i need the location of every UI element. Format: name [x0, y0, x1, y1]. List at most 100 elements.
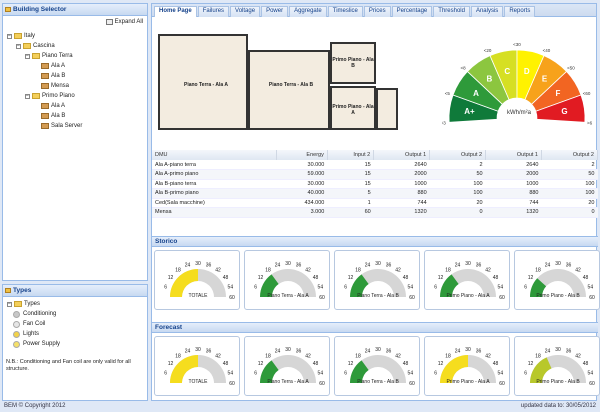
type-item[interactable]: Fan Coil [7, 319, 60, 329]
tree-node-label: Italy [24, 33, 36, 39]
table-cell: 1320 [373, 207, 430, 218]
gauge-tick-label: 48 [313, 275, 319, 281]
table-cell: 50 [541, 169, 598, 180]
column-header[interactable]: Output 1 [373, 150, 431, 160]
gauge-tick-label: 60 [409, 381, 415, 387]
type-item[interactable]: Power Supply [7, 339, 60, 349]
column-header[interactable]: Energy [276, 150, 328, 160]
energy-class-label: C [504, 67, 510, 76]
tree-node[interactable]: − Italy [7, 31, 82, 41]
tab-analysis[interactable]: Analysis [470, 6, 504, 17]
gauge-tick-label: 42 [485, 267, 491, 273]
gauge: 6 12 18 24 30 36 42 48 54 60 Primo Piano - Ala B [514, 336, 600, 396]
energy-threshold-label: <50 [567, 65, 575, 70]
gauge-tick-label: 42 [485, 353, 491, 359]
table-cell: 20 [541, 198, 598, 208]
types-root[interactable]: − Types [7, 299, 60, 309]
type-label: Power Supply [23, 341, 61, 347]
tab-prices[interactable]: Prices [363, 6, 391, 17]
gauge: 6 12 18 24 30 36 42 48 54 60 Primo Piano - Ala A [424, 336, 510, 396]
table-cell: Ala B-piano terra [152, 179, 277, 189]
gauge-tick-label: 24 [455, 263, 461, 269]
building-selector-panel: Building Selector Expand All − Italy − Casc… [2, 3, 148, 281]
gauge-tick-label: 24 [545, 263, 551, 269]
gauge-label: TOTALE [189, 379, 209, 385]
forecast-header: Forecast [152, 322, 598, 333]
column-header[interactable]: Output 2 [541, 150, 598, 160]
table-cell: 100 [541, 188, 598, 199]
gauge-tick-label: 18 [535, 353, 541, 359]
collapse-toggle-icon[interactable]: − [7, 301, 12, 307]
room-piano-terra-ala-b[interactable] [248, 50, 330, 130]
gauge-tick-label: 12 [168, 361, 174, 367]
table-row[interactable]: Ced(Sala macchine) 434.000 1 744 20 744 20 [152, 198, 598, 208]
type-item[interactable]: Conditioning [7, 309, 60, 319]
table-row[interactable]: Ala B-piano terra 30.000 15 1000 100 1000 100 [152, 179, 598, 189]
tab-reports[interactable]: Reports [504, 6, 536, 17]
gauge-tick-label: 60 [229, 295, 235, 301]
gauge-tick-label: 30 [465, 261, 471, 267]
tab-home-page[interactable]: Home Page [154, 6, 197, 17]
tab-threshold[interactable]: Threshold [433, 6, 470, 17]
column-header[interactable]: DMU [152, 150, 277, 160]
energy-class-label: G [561, 107, 567, 116]
table-cell: 20 [429, 198, 486, 208]
type-item[interactable]: Lights [7, 329, 60, 339]
gauge-tick-label: 6 [524, 284, 527, 290]
gauge-tick-label: 54 [318, 284, 324, 290]
table-cell: 880 [485, 188, 542, 199]
gauge-tick-label: 18 [355, 353, 361, 359]
collapse-toggle-icon[interactable]: − [25, 93, 30, 99]
building-selector-header: Building Selector [3, 4, 147, 16]
floor-plan[interactable]: Piano Terra - Ala A Piano Terra - Ala B … [156, 24, 406, 142]
gauge-tick-label: 6 [164, 370, 167, 376]
gauge-tick-label: 6 [254, 284, 257, 290]
tree-node[interactable]: Ala A [7, 101, 82, 111]
gauge-tick-label: 48 [223, 361, 229, 367]
table-cell: 744 [373, 198, 430, 208]
table-row[interactable]: Ala A-piano terra 30.000 15 2640 2 2640 2 [152, 160, 598, 170]
collapse-toggle-icon[interactable]: − [7, 33, 12, 39]
tree-node-label: Ala A [51, 63, 66, 69]
table-cell: 1000 [373, 179, 430, 189]
tab-timeslice[interactable]: Timeslice [327, 6, 363, 17]
column-header[interactable]: Input 2 [327, 150, 375, 160]
tree-node[interactable]: Ala B [7, 71, 82, 81]
column-header[interactable]: Output 2 [429, 150, 487, 160]
gauge-label: TOTALE [189, 293, 209, 299]
tree-node[interactable]: − Cascina [7, 41, 82, 51]
room-annex [376, 88, 398, 130]
tab-voltage[interactable]: Voltage [230, 6, 261, 17]
gauge: 6 12 18 24 30 36 42 48 54 60 TOTALE [154, 250, 240, 310]
energy-threshold-label: <8 [460, 65, 466, 70]
collapse-toggle-icon[interactable]: − [25, 53, 30, 59]
expand-all-button[interactable]: Expand All [105, 19, 143, 25]
tab-failures[interactable]: Failures [197, 6, 230, 17]
tree-node[interactable]: − Piano Terra [7, 51, 82, 61]
tab-aggregate[interactable]: Aggregate [289, 6, 327, 17]
table-cell: 0 [429, 207, 486, 218]
updated-date-text: updated data to: 30/05/2012 [520, 403, 596, 409]
gauge-tick-label: 30 [285, 347, 291, 353]
tree-node[interactable]: Mensa [7, 81, 82, 91]
type-label: Fan Coil [23, 321, 46, 327]
table-cell: 2 [429, 160, 486, 170]
column-header[interactable]: Output 1 [485, 150, 542, 160]
collapse-toggle-icon[interactable]: − [16, 43, 21, 49]
table-cell: 744 [485, 198, 542, 208]
gauge-tick-label: 36 [296, 349, 302, 355]
gauge-tick-label: 42 [575, 267, 581, 273]
gauge-tick-label: 30 [465, 347, 471, 353]
tab-percentage[interactable]: Percentage [391, 6, 433, 17]
tab-power[interactable]: Power [261, 6, 289, 17]
table-row[interactable]: Ala A-primo piano 59.000 15 2000 50 2000 50 [152, 169, 598, 180]
table-row[interactable]: Ala B-primo piano 40.000 5 880 100 880 100 [152, 188, 598, 199]
tree-node[interactable]: Ala A [7, 61, 82, 71]
tree-node[interactable]: − Primo Piano [7, 91, 82, 101]
table-cell: 40.000 [276, 188, 328, 199]
energy-class-label: A+ [464, 107, 475, 116]
gauge: 6 12 18 24 30 36 42 48 54 60 Primo Piano - Ala A [424, 250, 510, 310]
tree-node[interactable]: Sala Server [7, 121, 82, 131]
tree-node[interactable]: Ala B [7, 111, 82, 121]
table-row[interactable]: Mensa 3.000 60 1320 0 1320 0 [152, 207, 598, 218]
